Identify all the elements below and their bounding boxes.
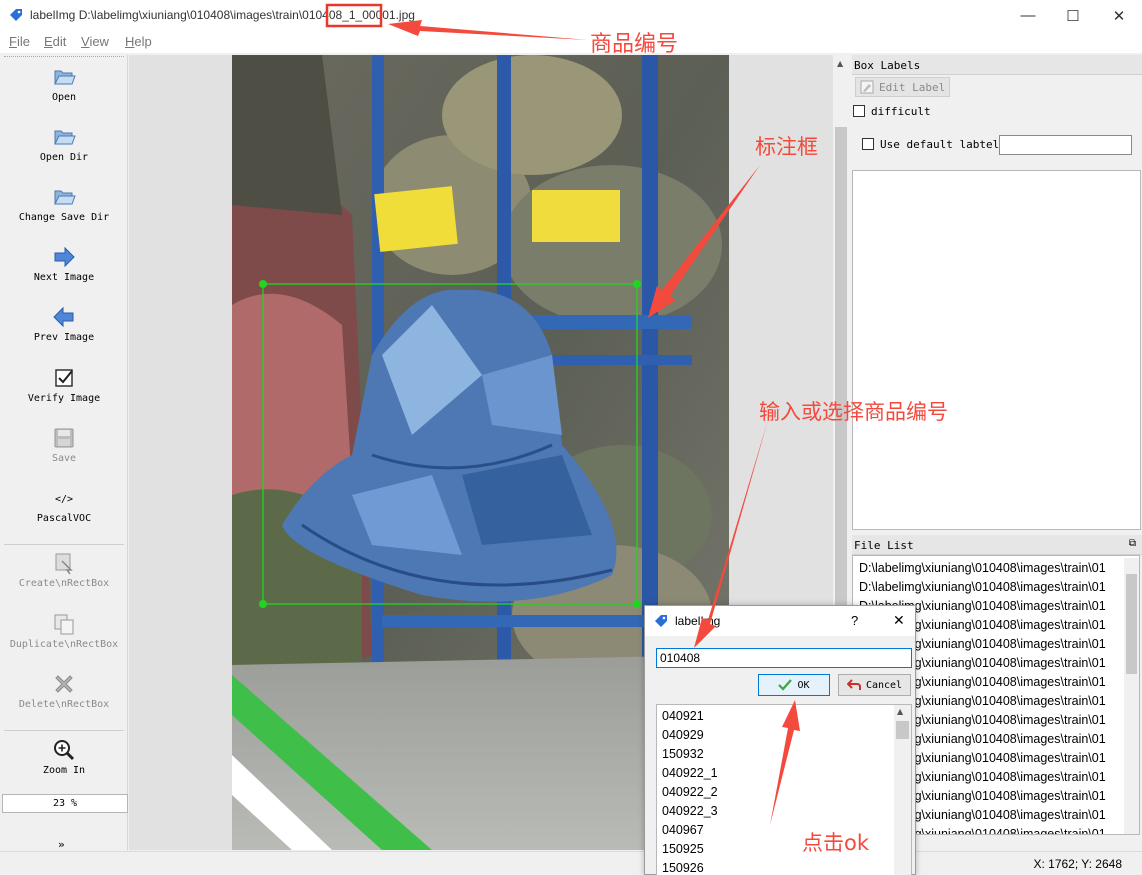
menu-file[interactable]: File <box>9 34 30 49</box>
title-bar: labelImg D:\labelimg\xiuniang\010408\ima… <box>0 0 1142 31</box>
list-item[interactable]: 150925 <box>657 840 911 859</box>
next-image-button[interactable]: Next Image <box>0 245 128 283</box>
svg-text:</>: </> <box>55 494 73 505</box>
toolbar-grip <box>4 56 124 59</box>
list-item[interactable]: 040922_1 <box>657 764 911 783</box>
menu-help[interactable]: Help <box>125 34 152 49</box>
file-list-title: File List ⧉ <box>852 535 1142 555</box>
bbox-handle[interactable] <box>633 600 641 608</box>
list-item[interactable]: 040922_2 <box>657 783 911 802</box>
bbox-handle[interactable] <box>259 280 267 288</box>
label-dialog: labelImg ? ✕ 010408 OK Cancel 040921 040… <box>644 605 916 875</box>
maximize-button[interactable]: ☐ <box>1050 0 1096 31</box>
undo-arrow-icon <box>846 679 861 690</box>
menu-bar: File Edit View Help <box>0 31 1142 53</box>
create-box-icon <box>55 553 73 575</box>
list-item[interactable]: 150932 <box>657 745 911 764</box>
list-item[interactable]: D:\labelimg\xiuniang\010408\images\train… <box>853 559 1139 578</box>
close-button[interactable]: ✕ <box>1096 0 1142 31</box>
dialog-list-scrollbar[interactable]: ▲ <box>894 705 911 875</box>
dialog-title-bar: labelImg ? ✕ <box>645 606 915 636</box>
box-labels-title: Box Labels <box>852 55 1142 75</box>
folder-open-icon <box>54 190 76 205</box>
list-item[interactable]: 040922_3 <box>657 802 911 821</box>
bbox-handle[interactable] <box>259 600 267 608</box>
zoom-value-field[interactable]: 23 % <box>2 794 128 813</box>
window-title: labelImg D:\labelimg\xiuniang\010408\ima… <box>30 8 415 22</box>
check-icon <box>778 679 793 691</box>
annotation-bbox: 标注框 <box>755 135 818 159</box>
app-tag-icon <box>655 615 667 627</box>
delete-rectbox-button[interactable]: Delete\nRectBox <box>0 672 128 710</box>
difficult-label: difficult <box>871 105 931 118</box>
arrow-left-icon <box>53 306 74 328</box>
dialog-close-button[interactable]: ✕ <box>893 612 905 629</box>
float-panel-icon[interactable]: ⧉ <box>1129 538 1136 549</box>
list-item[interactable]: 040929 <box>657 726 911 745</box>
annotation-product-id: 商品编号 <box>590 32 679 57</box>
difficult-checkbox[interactable] <box>853 105 865 117</box>
zoom-in-icon <box>54 740 75 761</box>
list-item[interactable]: 040921 <box>657 707 911 726</box>
arrow-right-icon <box>54 246 75 268</box>
label-options-list[interactable]: 040921 040929 150932 040922_1 040922_2 0… <box>656 704 912 875</box>
create-rectbox-button[interactable]: Create\nRectBox <box>0 551 128 589</box>
duplicate-rectbox-button[interactable]: Duplicate\nRectBox <box>0 612 128 650</box>
scroll-up-icon[interactable]: ▲ <box>897 707 903 716</box>
labels-list[interactable] <box>852 170 1141 530</box>
annotation-click-ok: 点击ok <box>802 831 870 855</box>
cursor-coordinates: X: 1762; Y: 2648 <box>1033 857 1122 871</box>
floppy-disk-icon <box>54 428 74 448</box>
toolbar-more-chevron-icon[interactable]: » <box>58 838 65 851</box>
checkbox-check-icon <box>55 369 73 387</box>
open-button[interactable]: Open <box>0 65 128 103</box>
code-icon: </> <box>55 494 73 505</box>
menu-edit[interactable]: Edit <box>44 34 66 49</box>
change-save-dir-button[interactable]: Change Save Dir <box>0 185 128 223</box>
annotation-input-select: 输入或选择商品编号 <box>759 400 948 424</box>
menu-view[interactable]: View <box>81 34 109 49</box>
use-default-label-text: Use default labtel <box>880 138 1000 151</box>
format-pascalvoc-button[interactable]: </> PascalVOC <box>0 486 128 524</box>
status-bar: X: 1762; Y: 2648 <box>0 851 1142 875</box>
cancel-button[interactable]: Cancel <box>838 674 911 696</box>
scroll-up-icon[interactable]: ▲ <box>837 59 843 68</box>
duplicate-icon <box>54 614 74 635</box>
app-tag-icon <box>10 9 22 21</box>
pencil-icon <box>860 80 874 94</box>
dialog-title: labelImg <box>675 614 721 628</box>
folder-open-icon <box>54 130 76 145</box>
list-item[interactable]: 150926 <box>657 859 911 875</box>
ok-button[interactable]: OK <box>758 674 830 696</box>
zoom-in-button[interactable]: Zoom In <box>0 738 128 776</box>
toolbar-separator <box>4 730 124 731</box>
folder-open-icon <box>54 70 76 85</box>
verify-image-button[interactable]: Verify Image <box>0 366 128 404</box>
use-default-label-checkbox[interactable] <box>862 138 874 150</box>
dialog-help-button[interactable]: ? <box>851 613 858 628</box>
list-item[interactable]: 040967 <box>657 821 911 840</box>
minimize-button[interactable]: — <box>1005 0 1051 31</box>
prev-image-button[interactable]: Prev Image <box>0 305 128 343</box>
edit-label-button[interactable]: Edit Label <box>855 77 950 97</box>
scrollbar-thumb[interactable] <box>896 721 909 739</box>
left-toolbar: Open Open Dir Change Save Dir Next Image… <box>0 55 128 850</box>
save-button[interactable]: Save <box>0 426 128 464</box>
toolbar-separator <box>4 544 124 545</box>
bbox-handle[interactable] <box>633 280 641 288</box>
list-item[interactable]: D:\labelimg\xiuniang\010408\images\train… <box>853 578 1139 597</box>
label-input[interactable]: 010408 <box>656 648 912 668</box>
file-list-scrollbar[interactable] <box>1124 558 1139 834</box>
delete-x-icon <box>55 675 73 693</box>
scrollbar-thumb[interactable] <box>1126 574 1137 674</box>
open-dir-button[interactable]: Open Dir <box>0 125 128 163</box>
default-label-input[interactable] <box>999 135 1132 155</box>
